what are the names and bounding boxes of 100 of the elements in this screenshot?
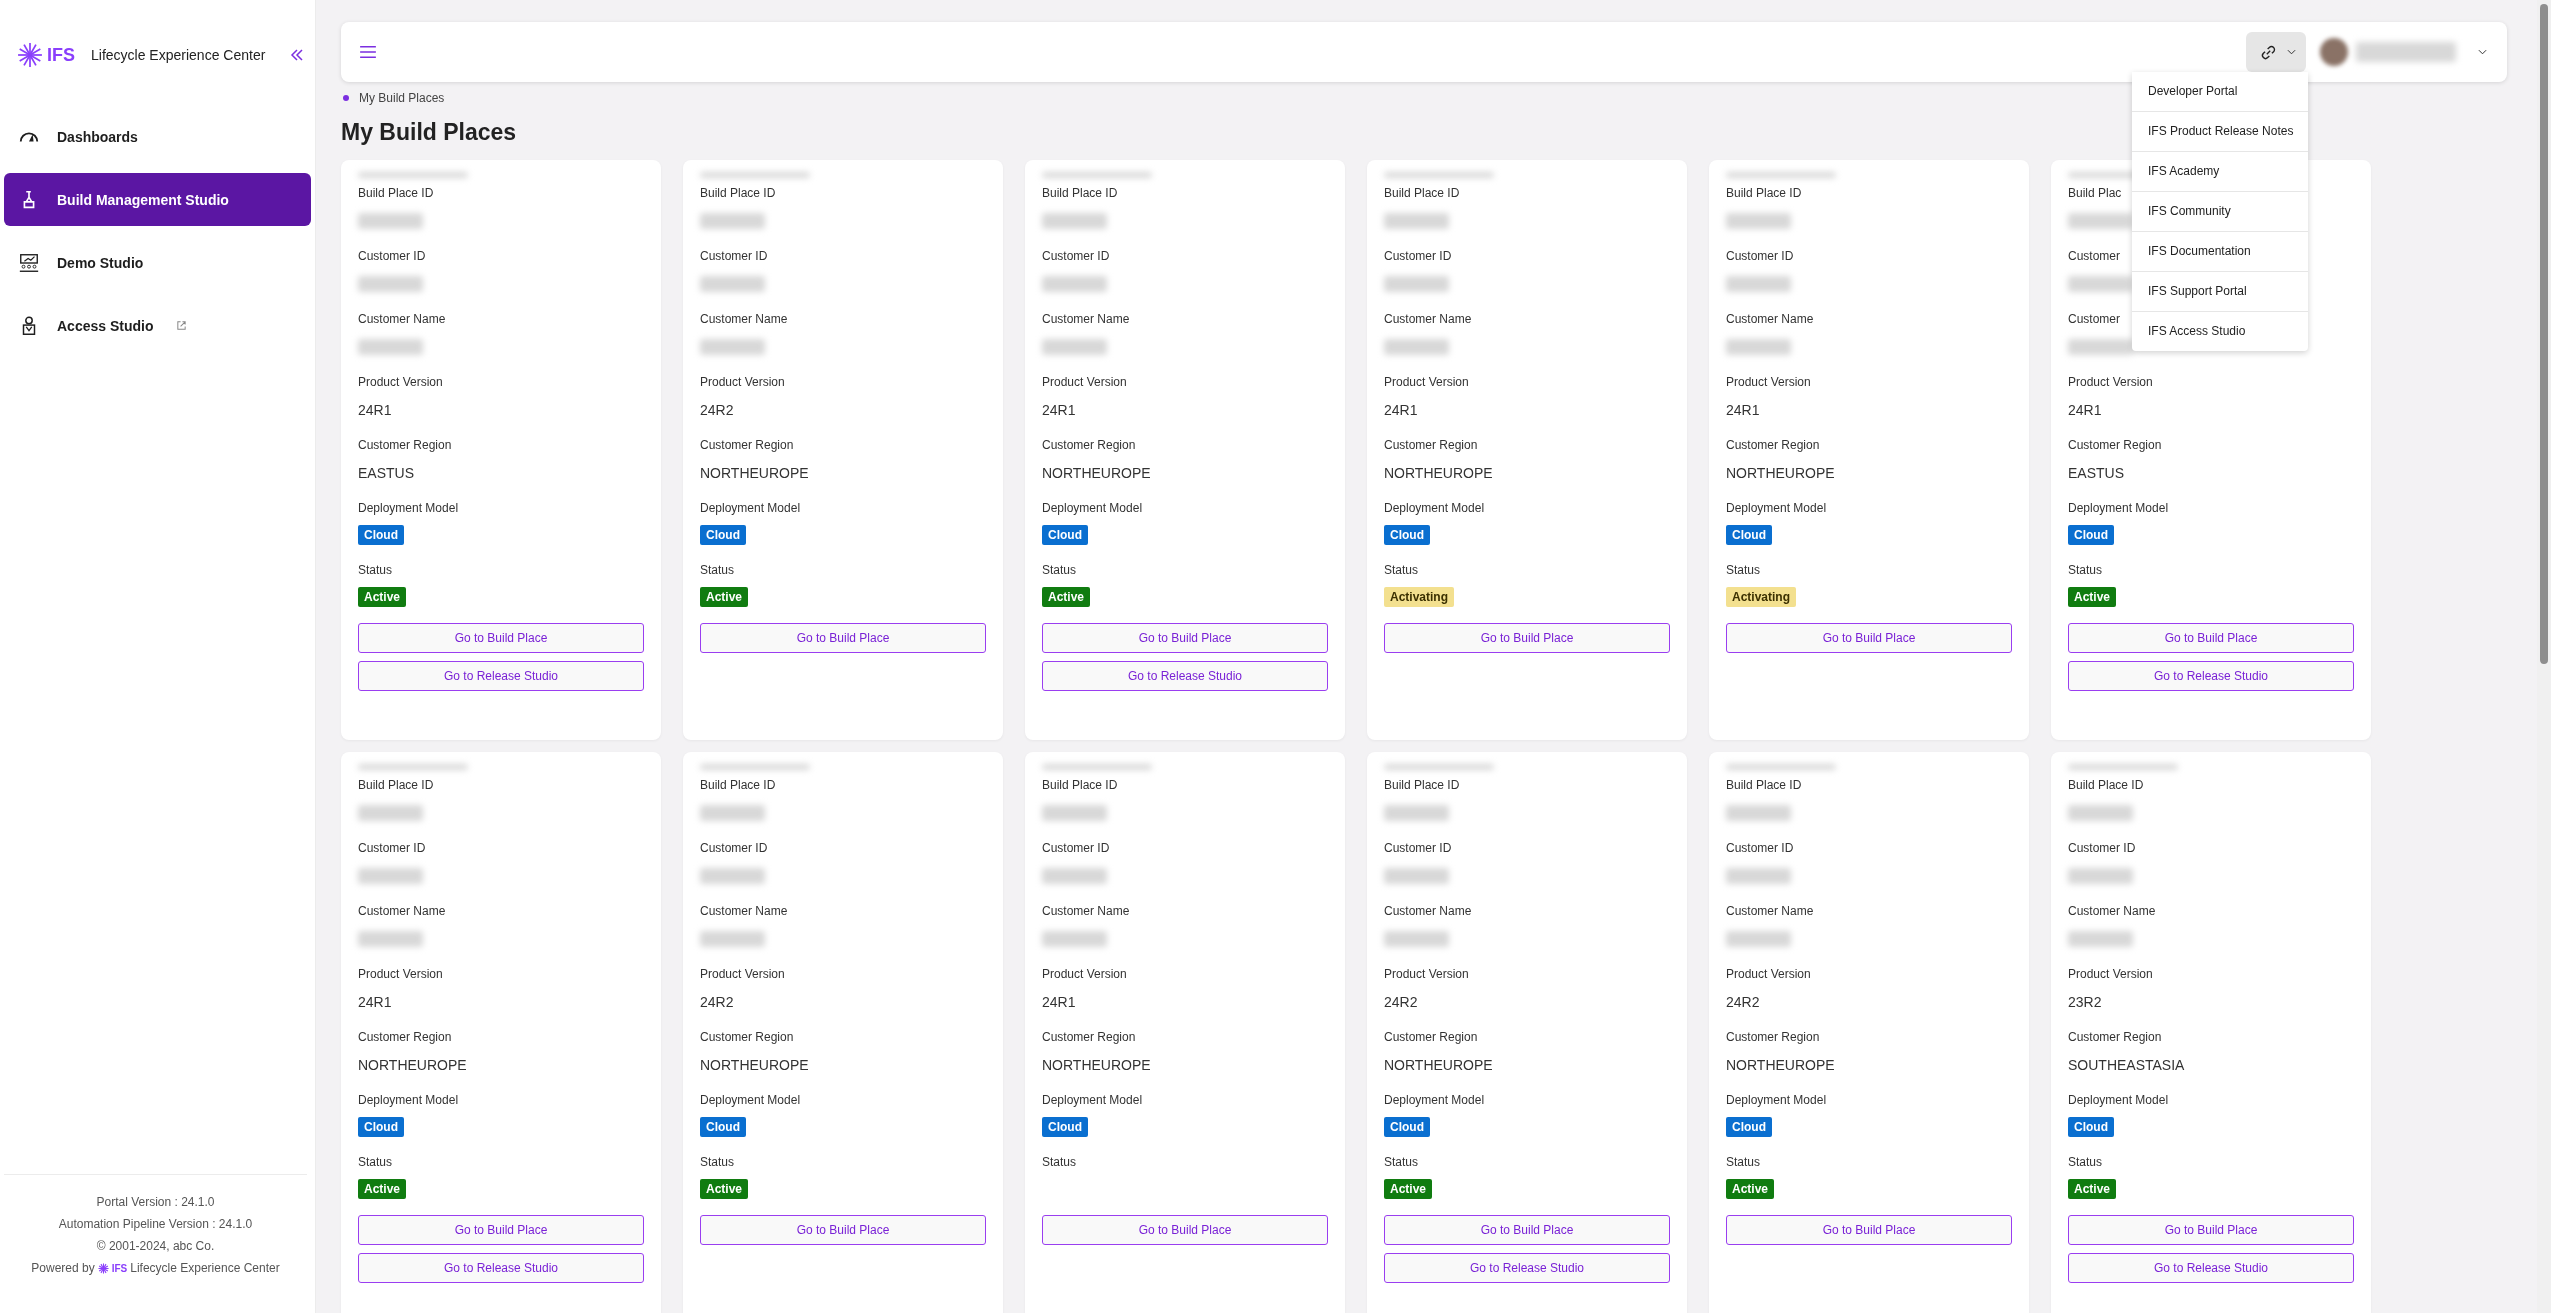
nav-item[interactable]: Demo Studio	[4, 236, 311, 289]
field-label: Customer Region	[1042, 1030, 1136, 1044]
status-badge: Active	[358, 587, 407, 607]
card-action-button[interactable]: Go to Release Studio	[1042, 661, 1328, 691]
status-badge: Active	[700, 587, 749, 607]
field-label: Build Place ID	[700, 778, 776, 792]
scrollbar[interactable]	[2537, 0, 2551, 1313]
card-action-button[interactable]: Go to Build Place	[1726, 1215, 2012, 1245]
field-label: Deployment Model	[700, 501, 801, 515]
field-label: Status	[2068, 563, 2103, 577]
redacted-text	[2068, 931, 2133, 947]
nav-item[interactable]: Dashboards	[4, 110, 311, 163]
field-label: Deployment Model	[358, 1093, 459, 1107]
field-label: Customer Name	[2068, 904, 2156, 918]
field-label: Deployment Model	[1726, 1093, 1827, 1107]
brand-name: IFS	[47, 44, 75, 66]
card-action-button[interactable]: Go to Build Place	[1384, 1215, 1670, 1245]
field-label: Deployment Model	[1384, 501, 1485, 515]
card-action-button[interactable]: Go to Release Studio	[358, 661, 644, 691]
nav-item[interactable]: Build Management Studio	[4, 173, 311, 226]
field-label: Customer Region	[2068, 438, 2162, 452]
menu-item[interactable]: Developer Portal	[2132, 72, 2308, 112]
field-value: 24R1	[358, 994, 393, 1012]
card-action-button[interactable]: Go to Build Place	[1384, 623, 1670, 653]
redacted-text	[1726, 339, 1791, 355]
avatar[interactable]	[2320, 38, 2348, 66]
field-label: Status	[2068, 1155, 2103, 1169]
field-label: Customer Region	[2068, 1030, 2162, 1044]
card-action-button[interactable]: Go to Release Studio	[2068, 1253, 2354, 1283]
card-action-button[interactable]: Go to Build Place	[2068, 623, 2354, 653]
chevron-down-icon[interactable]	[2478, 49, 2487, 55]
menu-item[interactable]: IFS Access Studio	[2132, 312, 2308, 351]
redacted-text	[2068, 805, 2133, 821]
breadcrumb-item[interactable]: My Build Places	[359, 91, 445, 105]
redacted-text	[1726, 276, 1791, 292]
menu-icon[interactable]	[359, 45, 377, 59]
card-action-button[interactable]: Go to Release Studio	[2068, 661, 2354, 691]
field-label: Customer Name	[1384, 312, 1472, 326]
field-label: Status	[1042, 563, 1077, 577]
field-value: 24R1	[1726, 402, 1761, 420]
field-label: Customer Region	[700, 438, 794, 452]
nav-item[interactable]: Access Studio	[4, 299, 311, 352]
links-menu-button[interactable]	[2246, 32, 2306, 72]
field-label: Customer Region	[1384, 1030, 1478, 1044]
redacted-text	[700, 868, 765, 884]
card-action-button[interactable]: Go to Build Place	[1042, 623, 1328, 653]
field-label: Customer ID	[1726, 249, 1794, 263]
redacted-text	[1384, 931, 1449, 947]
field-label: Customer ID	[1042, 249, 1110, 263]
field-value: NORTHEUROPE	[1384, 465, 1494, 483]
field-label: Deployment Model	[2068, 501, 2169, 515]
field-label: Deployment Model	[1042, 501, 1143, 515]
field-label: Build Place ID	[700, 186, 776, 200]
field-value: NORTHEUROPE	[1726, 465, 1836, 483]
menu-item[interactable]: IFS Product Release Notes	[2132, 112, 2308, 152]
field-label: Product Version	[1384, 375, 1469, 389]
redacted-text	[1384, 276, 1449, 292]
redacted-text	[1726, 868, 1791, 884]
field-value: 24R1	[1042, 402, 1077, 420]
field-label: Build Place ID	[358, 778, 434, 792]
redacted-text	[1726, 931, 1791, 947]
chevron-down-icon	[2287, 49, 2296, 55]
redacted-text	[1042, 931, 1107, 947]
status-badge: Active	[358, 1179, 407, 1199]
redacted-text	[1042, 339, 1107, 355]
field-label: Status	[1042, 1155, 1077, 1169]
field-label: Customer Region	[700, 1030, 794, 1044]
copyright: © 2001-2024, abc Co.	[96, 1239, 215, 1253]
field-label: Build Plac	[2068, 186, 2122, 200]
field-value: 24R1	[1042, 994, 1077, 1012]
card-action-button[interactable]: Go to Build Place	[700, 623, 986, 653]
field-label: Status	[1726, 1155, 1761, 1169]
redacted-text	[358, 276, 423, 292]
collapse-icon[interactable]	[289, 47, 306, 63]
field-label: Product Version	[358, 375, 443, 389]
card-action-button[interactable]: Go to Build Place	[358, 1215, 644, 1245]
field-value: NORTHEUROPE	[358, 1057, 468, 1075]
card-action-button[interactable]: Go to Build Place	[1726, 623, 2012, 653]
field-label: Deployment Model	[2068, 1093, 2169, 1107]
field-value: 24R2	[700, 994, 735, 1012]
card-action-button[interactable]: Go to Release Studio	[358, 1253, 644, 1283]
field-label: Build Place ID	[1726, 186, 1802, 200]
redacted-text	[1726, 213, 1791, 229]
field-label: Customer Name	[1042, 312, 1130, 326]
field-value: 24R2	[1726, 994, 1761, 1012]
card-action-button[interactable]: Go to Build Place	[1042, 1215, 1328, 1245]
redacted-text	[1384, 868, 1449, 884]
card-action-button[interactable]: Go to Build Place	[2068, 1215, 2354, 1245]
deployment-badge: Cloud	[358, 525, 404, 545]
deployment-badge: Cloud	[2068, 525, 2114, 545]
status-badge: Active	[1726, 1179, 1775, 1199]
card-action-button[interactable]: Go to Release Studio	[1384, 1253, 1670, 1283]
field-label: Product Version	[700, 375, 785, 389]
field-label: Customer Name	[700, 904, 788, 918]
card-action-button[interactable]: Go to Build Place	[700, 1215, 986, 1245]
redacted-text	[1042, 868, 1107, 884]
card-action-button[interactable]: Go to Build Place	[358, 623, 644, 653]
field-label: Status	[358, 1155, 393, 1169]
deployment-badge: Cloud	[700, 525, 746, 545]
redacted-text	[700, 805, 765, 821]
